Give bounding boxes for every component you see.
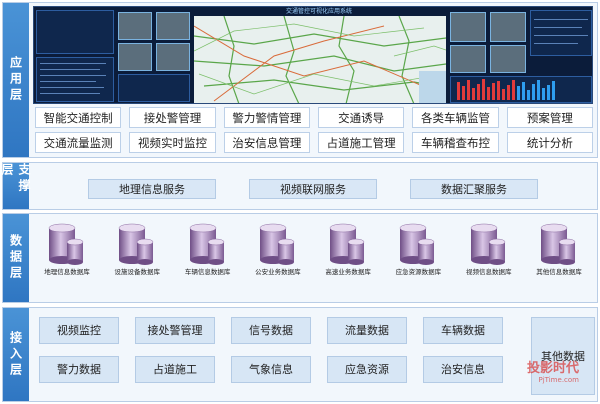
database-label: 设施设备数据库 <box>114 268 161 276</box>
database-label: 其他信息数据库 <box>536 268 582 276</box>
module-traffic-guidance: 交通诱导 <box>318 107 405 128</box>
module-road-construction: 占道施工管理 <box>318 132 405 153</box>
access-layer: 接入层 视频监控 接处警管理 信号数据 流量数据 车辆数据 警力数据 占道施工 … <box>2 307 598 402</box>
module-alarm-handling: 接处警管理 <box>129 107 216 128</box>
module-vehicle-checkpoint: 车辆稽查布控 <box>412 132 499 153</box>
camera-feed-3 <box>118 43 152 71</box>
camera-feed-5 <box>450 12 486 42</box>
database-label: 应急资源数据库 <box>395 268 442 276</box>
database-item: 视频信息数据库 <box>457 223 521 277</box>
database-row: 地理信息数据库 设施设备数据库 车辆信息数据库 公安业务数据库 高速业务数据库 … <box>35 223 591 277</box>
module-plan-management: 预案管理 <box>506 107 593 128</box>
data-layer: 数据层 地理信息数据库 设施设备数据库 车辆信息数据库 公安业务数据库 高速业务… <box>2 213 598 303</box>
camera-feed-2 <box>156 12 190 40</box>
database-label: 车辆信息数据库 <box>184 268 231 276</box>
access-public-security-info: 治安信息 <box>423 356 503 383</box>
database-icon <box>470 223 505 265</box>
data-layer-label: 数据层 <box>3 214 29 302</box>
module-vehicle-supervision: 各类车辆监管 <box>412 107 499 128</box>
dashboard-right-panel-top <box>530 10 592 56</box>
access-signal-data: 信号数据 <box>231 317 311 344</box>
database-item: 设施设备数据库 <box>105 223 169 277</box>
support-layer-label: 支撑层 <box>0 163 31 209</box>
app-module-grid: 智能交通控制 接处警管理 警力警情管理 交通诱导 各类车辆监管 预案管理 交通流… <box>35 107 593 153</box>
database-icon <box>48 223 84 265</box>
camera-feed-8 <box>490 45 526 73</box>
camera-feed-4 <box>156 43 190 71</box>
database-label: 公安业务数据库 <box>255 268 301 276</box>
access-emergency-resources: 应急资源 <box>327 356 407 383</box>
road-network-map <box>194 16 446 103</box>
access-police-data: 警力数据 <box>39 356 119 383</box>
access-layer-label: 接入层 <box>3 308 29 401</box>
dashboard-left-panel-top <box>36 10 114 54</box>
bar-chart-panel <box>450 76 592 103</box>
module-public-security-info: 治安信息管理 <box>223 132 310 153</box>
dashboard-left-panel-list <box>118 74 190 102</box>
watermark-line-1: 投影时代 <box>526 361 579 376</box>
access-weather-info: 气象信息 <box>231 356 311 383</box>
database-item: 其他信息数据库 <box>527 223 591 277</box>
database-item: 地理信息数据库 <box>35 223 99 277</box>
watermark-line-2: PjTime.com <box>538 376 579 384</box>
database-icon <box>259 223 295 265</box>
camera-feed-1 <box>118 12 152 40</box>
database-label: 视频信息数据库 <box>465 268 512 276</box>
module-live-video-monitoring: 视频实时监控 <box>129 132 216 153</box>
module-traffic-flow-monitoring: 交通流量监测 <box>35 132 122 153</box>
database-icon <box>119 223 154 265</box>
access-flow-data: 流量数据 <box>327 317 407 344</box>
database-icon <box>189 223 224 265</box>
app-layer: 应用层 交通管控可视化应用系统 智能交通控制 接处警管理 警力警情管理 交通诱导… <box>2 2 598 158</box>
access-source-grid: 视频监控 接处警管理 信号数据 流量数据 车辆数据 警力数据 占道施工 气象信息… <box>39 317 503 383</box>
database-icon <box>329 223 365 265</box>
watermark: 投影时代 PjTime.com <box>527 357 579 384</box>
database-label: 高速业务数据库 <box>325 268 371 276</box>
app-layer-label: 应用层 <box>3 3 29 157</box>
service-gis: 地理信息服务 <box>88 179 216 199</box>
module-statistics: 统计分析 <box>506 132 593 153</box>
access-vehicle-data: 车辆数据 <box>423 317 503 344</box>
service-data-aggregation: 数据汇聚服务 <box>410 179 538 199</box>
dashboard-title: 交通管控可视化应用系统 <box>285 8 352 15</box>
access-video-monitoring: 视频监控 <box>39 317 119 344</box>
database-item: 高速业务数据库 <box>316 223 380 277</box>
access-road-construction: 占道施工 <box>135 356 215 383</box>
database-label: 地理信息数据库 <box>44 268 90 276</box>
database-icon <box>400 223 435 265</box>
service-video-network: 视频联网服务 <box>249 179 377 199</box>
bar-chart <box>457 79 555 100</box>
database-item: 车辆信息数据库 <box>176 223 240 277</box>
database-icon <box>540 223 576 265</box>
camera-feed-7 <box>450 45 486 73</box>
access-alarm-handling: 接处警管理 <box>135 317 215 344</box>
module-smart-traffic-control: 智能交通控制 <box>35 107 122 128</box>
dashboard-screenshot: 交通管控可视化应用系统 <box>33 6 593 104</box>
database-item: 应急资源数据库 <box>386 223 450 277</box>
camera-feed-6 <box>490 12 526 42</box>
support-layer: 支撑层 地理信息服务 视频联网服务 数据汇聚服务 <box>0 162 598 210</box>
module-police-force-management: 警力警情管理 <box>223 107 310 128</box>
database-item: 公安业务数据库 <box>246 223 310 277</box>
